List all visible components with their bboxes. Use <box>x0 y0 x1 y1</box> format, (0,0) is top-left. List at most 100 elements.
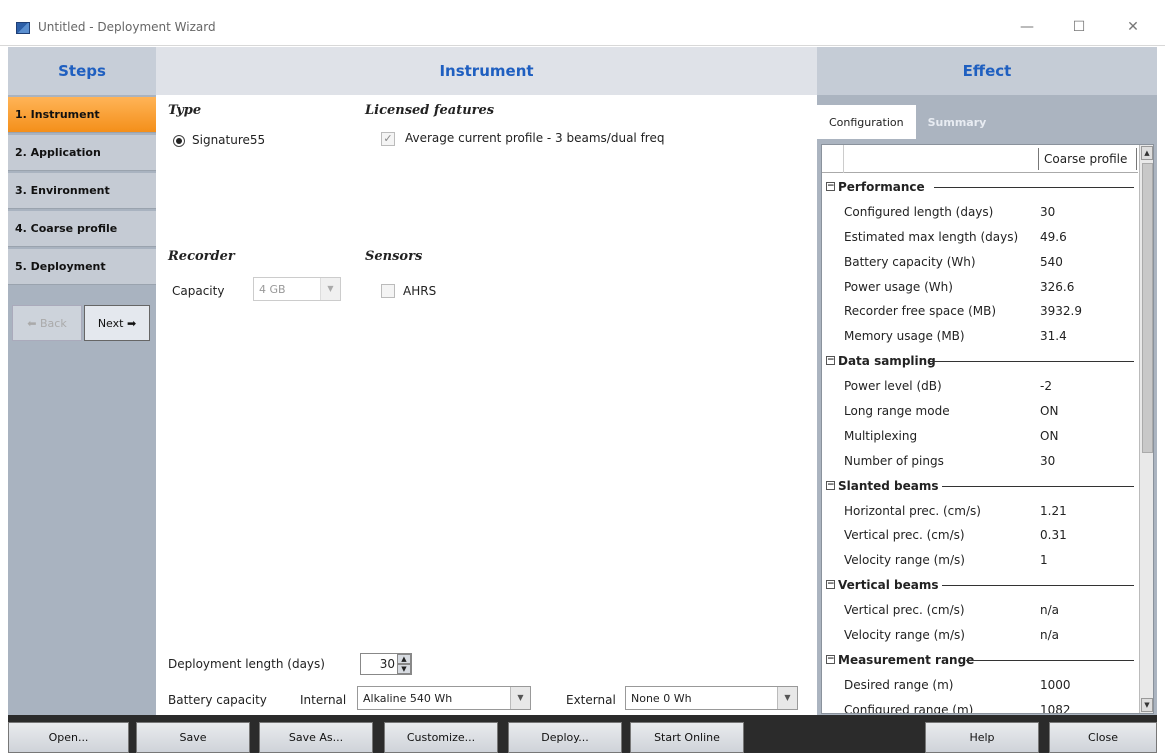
grid-row-label: Vertical prec. (cm/s) <box>844 528 965 543</box>
grid-row-label: Recorder free space (MB) <box>844 304 997 319</box>
grid-row-value: 1 <box>1040 553 1048 568</box>
grid-row[interactable]: Velocity range (m/s) n/a <box>822 623 1138 648</box>
grid-row-label: Number of pings <box>844 453 944 468</box>
scroll-thumb[interactable] <box>1142 163 1153 453</box>
external-battery-select[interactable]: None 0 Wh ▼ <box>625 686 798 710</box>
customize-button[interactable]: Customize... <box>384 722 498 753</box>
grid-rows: − Performance Configured length (days) 30 Es… <box>822 175 1138 713</box>
grid-row-value: 0.31 <box>1040 528 1067 543</box>
close-button[interactable]: Close <box>1049 722 1157 753</box>
chevron-down-icon: ▼ <box>777 687 797 709</box>
grid-scrollbar[interactable]: ▲ ▼ <box>1139 145 1153 713</box>
grid-row[interactable]: Velocity range (m/s) 1 <box>822 548 1138 573</box>
instrument-header: Instrument <box>156 47 817 95</box>
type-radio[interactable] <box>173 135 185 147</box>
grid-row[interactable]: Horizontal prec. (cm/s) 1.21 <box>822 499 1138 524</box>
collapse-icon[interactable]: − <box>826 580 835 590</box>
collapse-icon[interactable]: − <box>826 654 835 664</box>
grid-category-label: Data sampling <box>838 354 936 369</box>
tab-configuration[interactable]: Configuration <box>817 105 916 139</box>
grid-row[interactable]: Power level (dB) -2 <box>822 374 1138 399</box>
grid-category[interactable]: − Data sampling <box>822 349 1138 374</box>
step-environment[interactable]: 3. Environment <box>8 173 156 209</box>
grid-row-value: 1.21 <box>1040 503 1067 518</box>
grid-row[interactable]: Estimated max length (days) 49.6 <box>822 225 1138 250</box>
app-icon <box>16 22 30 34</box>
licensed-feature-label: Average current profile - 3 beams/dual f… <box>405 131 665 145</box>
collapse-icon[interactable]: − <box>826 182 835 191</box>
grid-row[interactable]: Vertical prec. (cm/s) 0.31 <box>822 523 1138 548</box>
grid-category[interactable]: − Measurement range <box>822 648 1138 673</box>
tab-summary[interactable]: Summary <box>916 105 999 139</box>
window-title: Untitled - Deployment Wizard <box>38 20 216 34</box>
category-divider <box>942 485 1134 487</box>
grid-row-value: -2 <box>1040 379 1052 394</box>
next-button[interactable]: Next ➡ <box>84 305 150 341</box>
category-divider <box>966 659 1134 661</box>
property-grid: Coarse profile − Performance Configured le… <box>821 144 1154 714</box>
grid-row[interactable]: Vertical prec. (cm/s) n/a <box>822 598 1138 623</box>
battery-capacity-label: Battery capacity <box>168 693 267 707</box>
grid-row-label: Memory usage (MB) <box>844 329 965 344</box>
category-divider <box>934 187 1134 188</box>
column-header-coarse-profile[interactable]: Coarse profile <box>1038 148 1137 170</box>
grid-row-label: Multiplexing <box>844 428 918 443</box>
sensors-heading: Sensors <box>365 249 423 264</box>
bottom-toolbar: Open... Save Save As... Customize... Dep… <box>8 715 1157 753</box>
grid-row-value: 1000 <box>1040 677 1071 692</box>
grid-category[interactable]: − Slanted beams <box>822 474 1138 499</box>
scroll-up-icon[interactable]: ▲ <box>1141 146 1153 160</box>
ahrs-checkbox[interactable] <box>381 284 395 298</box>
capacity-value: 4 GB <box>259 282 286 296</box>
grid-row[interactable]: Configured length (days) 30 <box>822 200 1138 225</box>
grid-row[interactable]: Battery capacity (Wh) 540 <box>822 250 1138 275</box>
grid-column-header: Coarse profile <box>822 145 1138 173</box>
chevron-down-icon: ▼ <box>510 687 530 709</box>
maximize-button[interactable]: ☐ <box>1064 14 1094 40</box>
step-application[interactable]: 2. Application <box>8 135 156 171</box>
grid-category[interactable]: − Performance <box>822 175 1138 200</box>
grid-row[interactable]: Desired range (m) 1000 <box>822 673 1138 698</box>
grid-row-label: Long range mode <box>844 404 950 419</box>
internal-battery-select[interactable]: Alkaline 540 Wh ▼ <box>357 686 531 710</box>
grid-category-label: Performance <box>838 180 925 194</box>
type-value: Signature55 <box>192 133 266 147</box>
step-deployment[interactable]: 5. Deployment <box>8 249 156 285</box>
grid-row-label: Power level (dB) <box>844 379 942 394</box>
step-coarse-profile[interactable]: 4. Coarse profile <box>8 211 156 247</box>
deployment-length-spinner[interactable]: 30 ▲ ▼ <box>360 653 412 675</box>
category-divider <box>942 585 1134 587</box>
grid-row-value: 49.6 <box>1040 229 1067 244</box>
scroll-down-icon[interactable]: ▼ <box>1141 698 1153 712</box>
collapse-icon[interactable]: − <box>826 480 835 490</box>
internal-label: Internal <box>300 693 347 707</box>
grid-row[interactable]: Power usage (Wh) 326.6 <box>822 275 1138 300</box>
minimize-button[interactable]: — <box>1012 14 1042 40</box>
help-button[interactable]: Help <box>925 722 1039 753</box>
spinner-arrows-icon[interactable]: ▲ ▼ <box>397 654 411 674</box>
step-instrument[interactable]: 1. Instrument <box>8 97 156 133</box>
save-button[interactable]: Save <box>136 722 250 753</box>
grid-row[interactable]: Multiplexing ON <box>822 424 1138 449</box>
grid-row[interactable]: Configured range (m) 1082 <box>822 698 1138 713</box>
capacity-select[interactable]: 4 GB ▼ <box>253 277 341 301</box>
instrument-panel: Instrument Type Signature55 Licensed fea… <box>156 47 817 715</box>
deploy-button[interactable]: Deploy... <box>508 722 622 753</box>
grid-row[interactable]: Memory usage (MB) 31.4 <box>822 324 1138 349</box>
start-online-button[interactable]: Start Online <box>630 722 744 753</box>
effect-header: Effect <box>817 47 1157 95</box>
open-button[interactable]: Open... <box>8 722 129 753</box>
licensed-feature-checkbox[interactable]: ✓ <box>381 132 395 146</box>
step-nav: ⬅ Back Next ➡ <box>8 305 156 341</box>
grid-category[interactable]: − Vertical beams <box>822 573 1138 598</box>
back-button[interactable]: ⬅ Back <box>12 305 82 341</box>
save-as-button[interactable]: Save As... <box>259 722 373 753</box>
close-window-button[interactable]: ✕ <box>1118 14 1148 40</box>
grid-row[interactable]: Number of pings 30 <box>822 449 1138 474</box>
grid-row-value: 30 <box>1040 204 1056 219</box>
grid-row[interactable]: Long range mode ON <box>822 399 1138 424</box>
type-heading: Type <box>168 103 202 118</box>
collapse-icon[interactable]: − <box>826 356 835 366</box>
grid-row[interactable]: Recorder free space (MB) 3932.9 <box>822 299 1138 324</box>
steps-panel: Steps 1. Instrument 2. Application 3. En… <box>8 47 156 715</box>
